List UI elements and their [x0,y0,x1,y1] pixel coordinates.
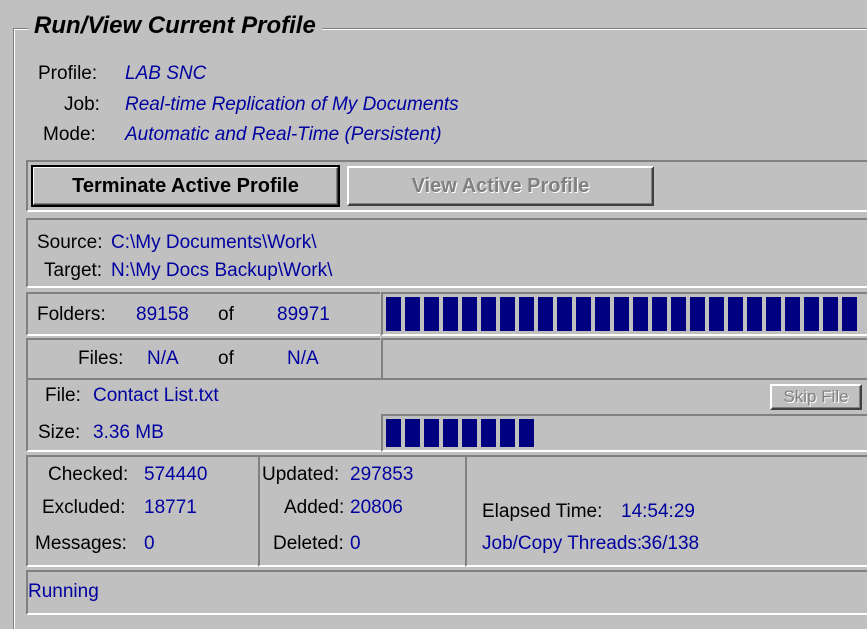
folders-progress-block [728,297,743,331]
size-progress-block [462,419,477,447]
target-value: N:\My Docs Backup\Work\ [111,260,333,281]
folders-progress-block [785,297,800,331]
target-label: Target: [44,260,103,281]
skip-file-button[interactable]: Skip File [770,384,862,410]
profile-value: LAB SNC [125,63,207,84]
updated-value: 297853 [350,464,414,485]
folders-progress-block [576,297,591,331]
folders-total: 89971 [277,304,330,325]
status-text: Running [28,581,99,602]
size-progress-block [519,419,534,447]
folders-progress-block [557,297,572,331]
messages-label: Messages: [35,533,127,554]
folders-progress-block [709,297,724,331]
folders-progress-bar [381,292,867,336]
messages-value: 0 [144,533,155,554]
size-progress-block [405,419,420,447]
threads-label: Job/Copy Threads: [482,533,643,554]
folders-progress-block [633,297,648,331]
job-label: Job: [64,94,100,115]
folders-progress-block [500,297,515,331]
updated-label: Updated: [262,464,340,485]
folders-progress-block [766,297,781,331]
source-value: C:\My Documents\Work\ [111,232,317,253]
view-active-profile-button[interactable]: View Active Profile [347,166,654,206]
folders-progress-block [671,297,686,331]
checked-label: Checked: [48,464,129,485]
excluded-value: 18771 [144,497,197,518]
size-value: 3.36 MB [93,422,164,443]
job-value: Real-time Replication of My Documents [125,94,459,115]
added-value: 20806 [350,497,403,518]
size-progress-block [386,419,401,447]
file-label: File: [45,385,81,406]
size-progress-block [481,419,496,447]
folders-progress-block [424,297,439,331]
folders-progress-block [823,297,838,331]
added-label: Added: [284,497,345,518]
folders-progress-block [519,297,534,331]
status-bar [26,570,867,615]
folders-progress-block [405,297,420,331]
file-value: Contact List.txt [93,385,219,406]
threads-value: 36/138 [641,533,700,554]
files-progress-bar [381,338,867,380]
excluded-label: Excluded: [42,497,126,518]
size-label: Size: [38,422,81,443]
folders-progress-block [842,297,857,331]
folders-progress-fill [386,297,857,331]
size-progress-block [500,419,515,447]
files-of: of [218,348,234,369]
deleted-value: 0 [350,533,361,554]
folders-of: of [218,304,234,325]
folders-label: Folders: [37,304,106,325]
files-done: N/A [147,348,179,369]
size-progress-block [424,419,439,447]
group-title: Run/View Current Profile [28,12,322,40]
folders-progress-block [481,297,496,331]
deleted-label: Deleted: [273,533,344,554]
folders-progress-block [652,297,667,331]
folders-progress-block [386,297,401,331]
folders-progress-block [747,297,762,331]
size-progress-block [443,419,458,447]
checked-value: 574440 [144,464,208,485]
files-total: N/A [287,348,319,369]
folders-progress-block [595,297,610,331]
size-progress-bar [381,414,867,452]
size-progress-fill [386,419,534,447]
folders-progress-block [804,297,819,331]
folders-progress-block [462,297,477,331]
mode-value: Automatic and Real-Time (Persistent) [125,124,442,145]
folders-progress-block [690,297,705,331]
elapsed-label: Elapsed Time: [482,501,603,522]
profile-label: Profile: [38,63,98,84]
files-label: Files: [78,348,124,369]
folders-progress-block [614,297,629,331]
folders-done: 89158 [136,304,189,325]
mode-label: Mode: [43,124,96,145]
source-label: Source: [37,232,103,253]
elapsed-value: 14:54:29 [621,501,695,522]
folders-progress-block [443,297,458,331]
terminate-active-profile-button[interactable]: Terminate Active Profile [31,165,340,207]
folders-progress-block [538,297,553,331]
